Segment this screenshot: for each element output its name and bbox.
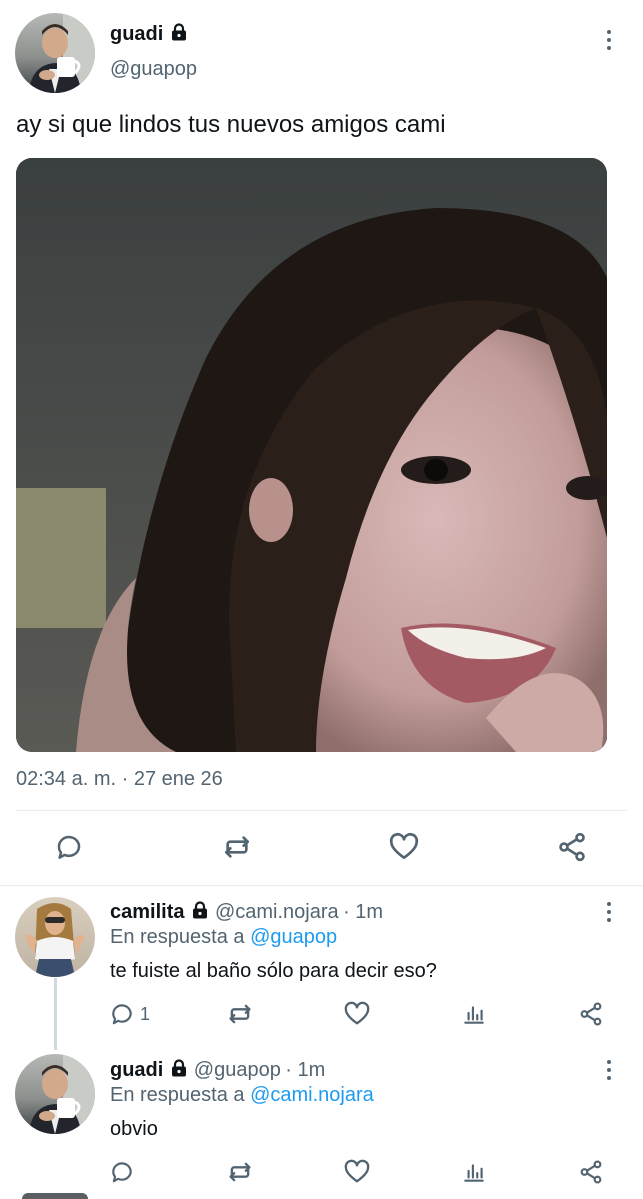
author-name[interactable]: camilita	[110, 901, 184, 923]
lock-icon	[169, 22, 189, 47]
share-icon[interactable]	[577, 1158, 605, 1186]
avatar[interactable]	[15, 1054, 95, 1134]
retweet-icon[interactable]	[226, 1158, 254, 1186]
more-options-icon[interactable]	[605, 1060, 613, 1080]
reply-icon[interactable]	[108, 1158, 136, 1186]
analytics-icon[interactable]	[460, 1000, 488, 1028]
divider	[0, 885, 643, 886]
heart-icon[interactable]	[387, 830, 421, 864]
tweet-timestamp: 02:34 a. m. · 27 ene 26	[16, 768, 223, 790]
reply-context: En respuesta a @cami.nojara	[110, 1084, 374, 1107]
reply-header: guadi @guapop · 1m	[110, 1058, 325, 1083]
thread-line	[54, 978, 57, 1050]
author-handle[interactable]: @guapop	[110, 58, 197, 81]
author-handle[interactable]: @cami.nojara	[215, 901, 339, 923]
tweet-photo[interactable]	[16, 158, 607, 752]
reply-icon[interactable]	[108, 1000, 136, 1028]
reply-prefix: En respuesta a	[110, 926, 245, 948]
author-handle[interactable]: @guapop	[194, 1059, 281, 1081]
analytics-icon[interactable]	[460, 1158, 488, 1186]
author-name[interactable]: guadi	[110, 23, 163, 45]
reply-time: · 1m	[285, 1059, 326, 1081]
author-name[interactable]: guadi	[110, 1059, 163, 1081]
retweet-icon[interactable]	[220, 830, 254, 864]
avatar[interactable]	[22, 1193, 88, 1199]
lock-icon	[169, 1058, 189, 1083]
tweet-text: ay si que lindos tus nuevos amigos cami	[16, 111, 446, 138]
author-name-row: guadi	[110, 22, 189, 47]
heart-icon[interactable]	[343, 1000, 371, 1028]
avatar[interactable]	[15, 897, 95, 977]
reply-header: camilita @cami.nojara · 1m	[110, 900, 383, 925]
reply-count: 1	[140, 1004, 151, 1024]
more-options-icon[interactable]	[605, 30, 613, 50]
lock-icon	[190, 900, 210, 925]
reply-to-link[interactable]: @cami.nojara	[250, 1084, 374, 1106]
reply-icon[interactable]	[52, 830, 86, 864]
avatar[interactable]	[15, 13, 95, 93]
more-options-icon[interactable]	[605, 902, 613, 922]
reply-time: · 1m	[343, 901, 384, 923]
reply-text: te fuiste al baño sólo para decir eso?	[110, 960, 437, 982]
retweet-icon[interactable]	[226, 1000, 254, 1028]
reply-prefix: En respuesta a	[110, 1084, 245, 1106]
heart-icon[interactable]	[343, 1158, 371, 1186]
reply-text: obvio	[110, 1118, 158, 1140]
share-icon[interactable]	[577, 1000, 605, 1028]
reply-to-link[interactable]: @guapop	[250, 926, 337, 948]
share-icon[interactable]	[555, 830, 589, 864]
reply-context: En respuesta a @guapop	[110, 926, 337, 949]
divider	[16, 810, 627, 811]
